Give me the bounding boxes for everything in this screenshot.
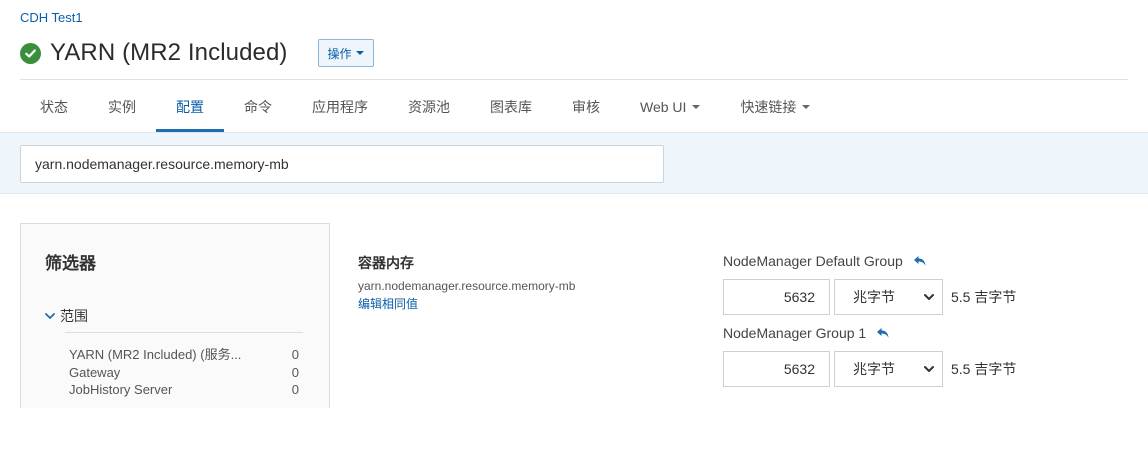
- chevron-down-icon: [924, 294, 934, 300]
- tab-label: 配置: [176, 99, 204, 115]
- tab-label: 状态: [40, 99, 68, 115]
- tab-8[interactable]: 审核: [552, 82, 620, 132]
- tab-label: 快速链接: [740, 99, 797, 115]
- check-circle-icon: [20, 42, 41, 64]
- group-name: NodeManager Group 1: [723, 325, 867, 341]
- actions-label: 操作: [327, 46, 352, 61]
- group-value-row: 兆字节 5.5 吉字节: [723, 351, 1103, 387]
- scope-item[interactable]: Gateway 0: [69, 364, 299, 382]
- scope-item-label: Gateway: [69, 364, 121, 380]
- group-name: NodeManager Default Group: [723, 253, 903, 269]
- search-bar: [0, 132, 1148, 194]
- scope-item-label: JobHistory Server: [69, 382, 173, 397]
- scope-toggle[interactable]: 范围: [45, 306, 88, 326]
- unit-select-value: 兆字节: [853, 361, 895, 377]
- scope-item-count: 0: [291, 347, 299, 362]
- caret-down-icon: [355, 51, 364, 55]
- group-label: NodeManager Group 1: [723, 323, 1103, 343]
- converted-value: 5.5 吉字节: [951, 289, 1017, 305]
- group-label: NodeManager Default Group: [723, 251, 1103, 271]
- scope-item-count: 0: [291, 382, 299, 397]
- tab-6[interactable]: 资源池: [388, 82, 470, 132]
- page-bottom-blank: [0, 408, 1148, 456]
- service-name: YARN (MR2 Included): [50, 39, 288, 66]
- chevron-down-icon: [45, 313, 55, 319]
- scope-item-label: YARN (MR2 Included) (服务...: [69, 347, 242, 362]
- scope-item[interactable]: YARN (MR2 Included) (服务... 0: [69, 346, 299, 364]
- scope-item-count: 0: [291, 364, 299, 380]
- scope-divider: [65, 332, 303, 333]
- header-divider: [20, 79, 1128, 80]
- tab-label: Web UI: [640, 99, 687, 115]
- undo-arrow-icon[interactable]: [913, 254, 927, 268]
- filter-title: 筛选器: [45, 254, 96, 273]
- tab-7[interactable]: 图表库: [470, 82, 552, 132]
- scope-list: YARN (MR2 Included) (服务... 0 Gateway 0 JobHi…: [69, 346, 299, 399]
- tab-label: 应用程序: [312, 99, 368, 115]
- tab-label: 命令: [244, 99, 272, 115]
- property-display-name: 容器内存: [358, 255, 414, 271]
- unit-select-value: 兆字节: [853, 289, 895, 305]
- undo-arrow-icon[interactable]: [876, 326, 890, 340]
- tab-4[interactable]: 命令: [224, 82, 292, 132]
- tab-5[interactable]: 应用程序: [292, 82, 388, 132]
- scope-item[interactable]: JobHistory Server 0: [69, 381, 299, 399]
- service-title: YARN (MR2 Included) 操作: [20, 36, 374, 70]
- config-search-input[interactable]: [20, 145, 664, 183]
- memory-value-input[interactable]: [723, 351, 830, 387]
- memory-value-input[interactable]: [723, 279, 830, 315]
- tab-3[interactable]: 配置: [156, 82, 224, 132]
- tab-1[interactable]: 状态: [20, 82, 88, 132]
- group-value-row: 兆字节 5.5 吉字节: [723, 279, 1103, 315]
- caret-down-icon: [692, 105, 701, 109]
- group-values: NodeManager Default Group 兆字节 5.5 吉字节 NodeM…: [723, 251, 1103, 395]
- cluster-breadcrumb-link[interactable]: CDH Test1: [20, 10, 83, 25]
- converted-value: 5.5 吉字节: [951, 361, 1017, 377]
- property-key: yarn.nodemanager.resource.memory-mb: [358, 279, 576, 293]
- chevron-down-icon: [924, 366, 934, 372]
- caret-down-icon: [802, 105, 811, 109]
- tab-10[interactable]: 快速链接: [720, 82, 830, 132]
- tab-label: 图表库: [490, 99, 532, 115]
- filter-panel: 筛选器 范围 YARN (MR2 Included) (服务... 0 Gatewa…: [20, 223, 330, 423]
- property-info: 容器内存 yarn.nodemanager.resource.memory-mb…: [358, 253, 688, 312]
- tab-2[interactable]: 实例: [88, 82, 156, 132]
- unit-select[interactable]: 兆字节: [834, 351, 943, 387]
- tab-9[interactable]: Web UI: [620, 82, 720, 132]
- tab-label: 资源池: [408, 99, 450, 115]
- tab-label: 实例: [108, 99, 136, 115]
- edit-same-value-link[interactable]: 编辑相同值: [358, 295, 688, 312]
- actions-dropdown-button[interactable]: 操作: [317, 39, 374, 67]
- tab-label: 审核: [572, 99, 600, 115]
- unit-select[interactable]: 兆字节: [834, 279, 943, 315]
- scope-label: 范围: [60, 308, 88, 324]
- service-tabs: 状态 实例 配置 命令 应用程序 资源池 图表库 审核 Web UI 快速链接: [20, 82, 830, 132]
